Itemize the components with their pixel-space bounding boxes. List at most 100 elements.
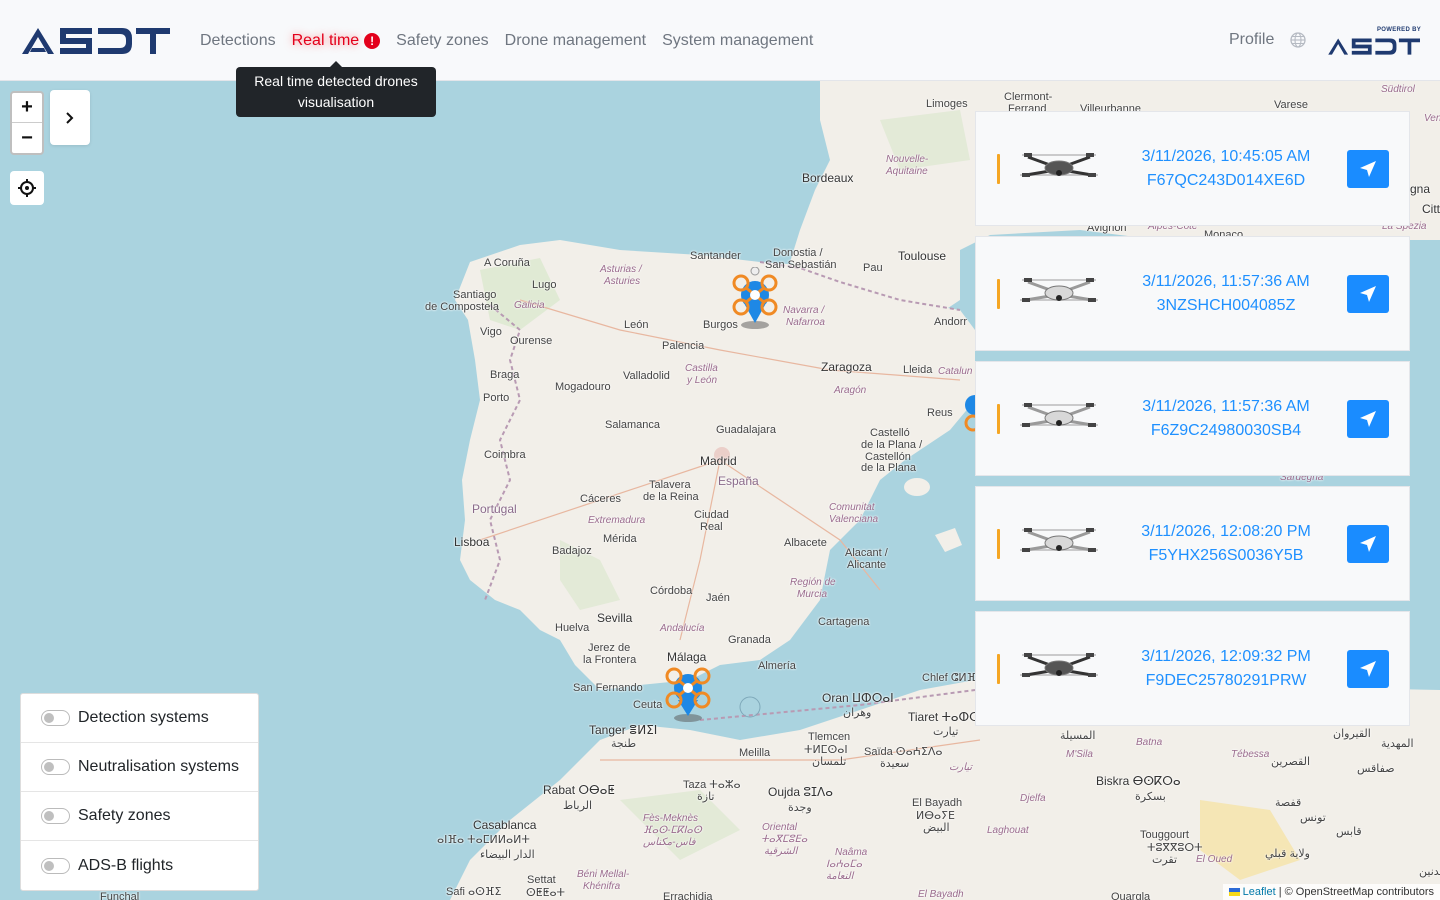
top-navbar: Detections Real time ! Safety zones Dron… (0, 0, 1440, 81)
nav-real-time[interactable]: Real time ! (292, 32, 381, 50)
place-label: المسيلة (1060, 730, 1096, 742)
place-label: صفاقس (1357, 763, 1395, 775)
map-attribution: Leaflet | © OpenStreetMap contributors (1222, 884, 1440, 900)
layer-label: Safety zones (78, 807, 171, 824)
place-label: طنجة (611, 738, 637, 750)
nav-drone-management[interactable]: Drone management (505, 32, 646, 50)
place-label: Khénifra (583, 881, 621, 892)
place-label: Sevilla (597, 611, 633, 625)
place-label: El Bayadh (918, 889, 964, 900)
detection-card[interactable]: 3/11/2026, 11:57:36 AM 3NZSHCH004085Z (975, 236, 1410, 351)
place-label: تلمسان (812, 756, 847, 768)
tooltip-line-1: Real time detected drones (254, 73, 418, 89)
place-label: Bordeaux (802, 171, 854, 185)
place-label: Aquitaine (886, 166, 928, 177)
realtime-tooltip: Real time detected drones visualisation (236, 61, 436, 117)
locate-button[interactable] (10, 171, 44, 205)
place-label: San Fernando (573, 682, 643, 694)
layer-safety-zones[interactable]: Safety zones (21, 792, 258, 841)
place-label: Extremadura (588, 515, 646, 526)
drone-image (1020, 153, 1098, 177)
zoom-in-button[interactable]: + (12, 93, 42, 123)
status-indicator (997, 529, 1000, 559)
place-label: Oriental (762, 822, 798, 833)
place-label: Vene (1424, 113, 1440, 124)
place-label: Settat (527, 874, 556, 886)
detection-time: 3/11/2026, 11:57:36 AM (1142, 398, 1310, 415)
detection-card[interactable]: 3/11/2026, 10:45:05 AM F67QC243D014XE6D (975, 111, 1410, 226)
detection-serial: F67QC243D014XE6D (1146, 172, 1306, 189)
toggle-switch[interactable] (41, 857, 70, 874)
toggle-switch[interactable] (41, 710, 70, 726)
place-label: Biskra ⴱⵙⴽⵔⴰ (1096, 774, 1181, 788)
place-label: Tanger ⴻⵍⵉⵏ (589, 723, 658, 737)
crosshair-icon (18, 179, 36, 197)
place-label: Ciudad (694, 509, 729, 521)
layer-adsb-flights[interactable]: ADS-B flights (21, 841, 258, 890)
toggle-switch[interactable] (41, 759, 70, 775)
place-label: سعيدة (880, 758, 910, 770)
expand-panel-button[interactable] (50, 90, 90, 145)
globe-icon[interactable] (1290, 32, 1306, 48)
place-label: قابس (1336, 826, 1362, 838)
place-label: Nouvelle- (886, 154, 929, 165)
toggle-switch[interactable] (41, 808, 70, 824)
place-label: Citt (1422, 202, 1440, 216)
status-indicator (997, 654, 1000, 684)
nav-safety-zones[interactable]: Safety zones (396, 32, 489, 50)
place-label: ⵏⴰⵄⴰⵎⴰ (826, 859, 863, 870)
place-label: Castelló (870, 427, 910, 439)
place-label: Jerez de (588, 642, 631, 654)
locate-drone-button[interactable] (1347, 150, 1389, 188)
navigation-arrow-icon (1360, 411, 1376, 427)
detection-card[interactable]: 3/11/2026, 12:08:20 PM F5YHX256S0036Y5B (975, 486, 1410, 601)
locate-drone-button[interactable] (1347, 275, 1389, 313)
layer-neutralisation-systems[interactable]: Neutralisation systems (21, 743, 258, 792)
profile-link[interactable]: Profile (1229, 31, 1274, 49)
place-label: Ourense (510, 335, 553, 347)
place-label: El Bayadh (912, 797, 963, 809)
place-label: Laghouat (987, 825, 1029, 836)
place-label: النعامة (826, 871, 854, 882)
place-label: Asturies (604, 276, 641, 287)
place-label: Granada (728, 634, 771, 646)
nav-detections[interactable]: Detections (200, 32, 276, 50)
detection-card[interactable]: 3/11/2026, 11:57:36 AM F6Z9C24980030SB4 (975, 361, 1410, 476)
status-indicator (997, 154, 1000, 184)
detection-card[interactable]: 3/11/2026, 12:09:32 PM F9DEC25780291PRW (975, 611, 1410, 726)
place-label: ⴰⵏⴼⴰ ⵜⴰⵎⵍⵍⴰⵍⵜ (437, 834, 530, 846)
detection-time: 3/11/2026, 10:45:05 AM (1141, 148, 1311, 165)
locate-drone-button[interactable] (1347, 525, 1389, 563)
place-label: de la Plana (861, 462, 917, 474)
place-label: Tlemcen (808, 731, 851, 743)
place-label: Pau (863, 262, 883, 274)
detection-time: 3/11/2026, 11:57:36 AM (1142, 273, 1310, 290)
drone-image (1020, 528, 1098, 552)
powered-by-logo (1328, 38, 1420, 55)
layer-toggles-panel: Detection systems Neutralisation systems… (20, 693, 259, 891)
place-label: بسكرة (1135, 791, 1166, 803)
place-label: Cartagena (818, 616, 870, 628)
place-label: Ouargla (1111, 891, 1151, 900)
leaflet-link[interactable]: Leaflet (1243, 886, 1276, 898)
detection-time: 3/11/2026, 12:08:20 PM (1141, 523, 1311, 540)
place-label: فاس-مكناس (643, 837, 696, 848)
place-label: Ceuta (633, 699, 663, 711)
layer-detection-systems[interactable]: Detection systems (21, 694, 258, 743)
place-label: A Coruña (484, 257, 530, 269)
place-label: Clermont- (1004, 91, 1053, 103)
zoom-out-button[interactable]: − (12, 123, 42, 153)
detection-serial: 3NZSHCH004085Z (1156, 297, 1296, 314)
place-label: Real (700, 521, 723, 533)
drone-marker[interactable] (664, 662, 712, 724)
navigation-arrow-icon (1360, 536, 1376, 552)
place-label: Chlef ⵛⵍⴼ (922, 672, 977, 684)
place-label: Rabat ⵔⴱⴰⵟ (543, 783, 615, 797)
locate-drone-button[interactable] (1347, 650, 1389, 688)
place-label: Donostia / (773, 247, 823, 259)
asdt-logo[interactable] (20, 24, 172, 58)
locate-drone-button[interactable] (1347, 400, 1389, 438)
nav-system-management[interactable]: System management (662, 32, 813, 50)
place-label: تقرت (1152, 854, 1178, 866)
drone-marker[interactable] (731, 267, 779, 329)
